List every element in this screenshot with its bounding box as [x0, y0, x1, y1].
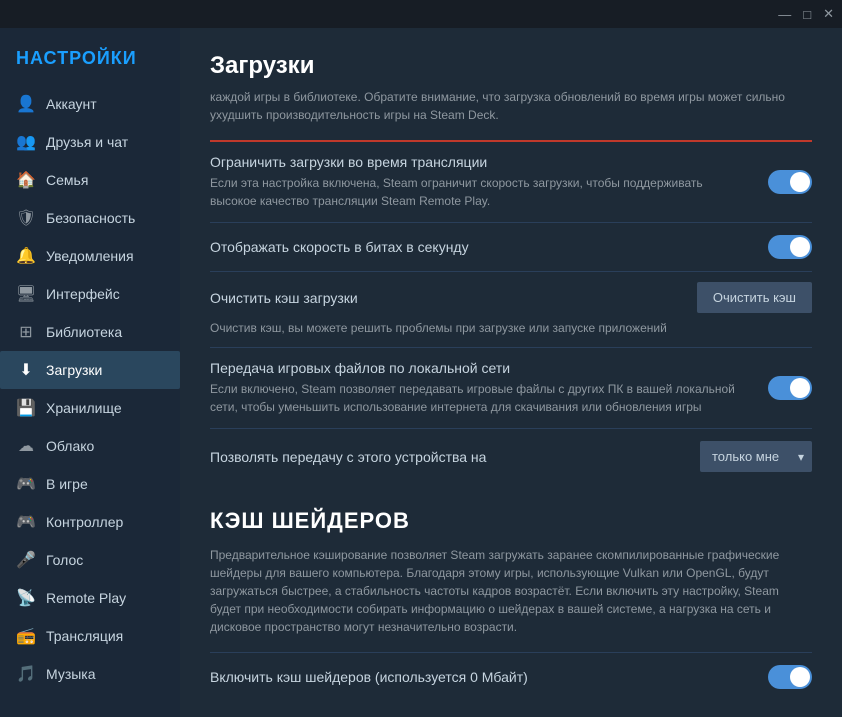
- remoteplay-icon: 📡: [16, 588, 36, 608]
- limit-stream-label: Ограничить загрузки во время трансляции: [210, 154, 752, 170]
- sidebar-item-account[interactable]: 👤 Аккаунт: [0, 85, 180, 123]
- sidebar-label-friends: Друзья и чат: [46, 134, 128, 150]
- sidebar-label-ingame: В игре: [46, 476, 88, 492]
- clear-cache-button[interactable]: Очистить кэш: [697, 282, 812, 313]
- sidebar-label-controller: Контроллер: [46, 514, 123, 530]
- sidebar-label-voice: Голос: [46, 552, 83, 568]
- notifications-icon: 🔔: [16, 246, 36, 266]
- clear-cache-sub: Очистив кэш, вы можете решить проблемы п…: [210, 319, 812, 337]
- sidebar-item-security[interactable]: 🛡 Безопасность: [0, 199, 180, 237]
- sidebar-item-cloud[interactable]: ☁ Облако: [0, 427, 180, 465]
- sidebar-label-downloads: Загрузки: [46, 362, 102, 378]
- sidebar-item-controller[interactable]: 🎮 Контроллер: [0, 503, 180, 541]
- account-icon: 👤: [16, 94, 36, 114]
- downloads-icon: ⬇: [16, 360, 36, 380]
- local-transfer-sub: Если включено, Steam позволяет передават…: [210, 380, 752, 416]
- sidebar-item-remoteplay[interactable]: 📡 Remote Play: [0, 579, 180, 617]
- setting-shader-enable: Включить кэш шейдеров (используется 0 Мб…: [210, 652, 812, 701]
- sidebar-item-storage[interactable]: 💾 Хранилище: [0, 389, 180, 427]
- limit-stream-sub: Если эта настройка включена, Steam огран…: [210, 174, 752, 210]
- speed-bits-toggle[interactable]: [768, 235, 812, 259]
- shader-enable-toggle[interactable]: [768, 665, 812, 689]
- shader-cache-heading: КЭШ ШЕЙДЕРОВ: [210, 508, 812, 534]
- sidebar-label-family: Семья: [46, 172, 88, 188]
- sidebar-label-account: Аккаунт: [46, 96, 97, 112]
- sidebar: НАСТРОЙКИ 👤 Аккаунт 👥 Друзья и чат 🏠 Семья 🛡 Бе…: [0, 28, 180, 717]
- local-transfer-toggle[interactable]: [768, 376, 812, 400]
- shader-cache-desc: Предварительное кэширование позволяет St…: [210, 546, 812, 636]
- content-area: Загрузки каждой игры в библиотеке. Обрат…: [180, 28, 842, 717]
- controller-icon: 🎮: [16, 512, 36, 532]
- clear-cache-row: Очистить кэш загрузки Очистить кэш: [210, 282, 812, 313]
- clear-cache-block: Очистить кэш загрузки Очистить кэш Очист…: [210, 271, 812, 347]
- sidebar-item-broadcast[interactable]: 📻 Трансляция: [0, 617, 180, 655]
- allow-transfer-dropdown-wrapper: только мневсемникому: [700, 441, 812, 472]
- sidebar-title: НАСТРОЙКИ: [0, 40, 180, 85]
- shader-enable-label: Включить кэш шейдеров (используется 0 Мб…: [210, 669, 752, 685]
- sidebar-label-storage: Хранилище: [46, 400, 122, 416]
- friends-icon: 👥: [16, 132, 36, 152]
- cloud-icon: ☁: [16, 436, 36, 456]
- sidebar-item-downloads[interactable]: ⬇ Загрузки: [0, 351, 180, 389]
- limit-stream-toggle[interactable]: [768, 170, 812, 194]
- security-icon: 🛡: [16, 208, 36, 228]
- allow-transfer-dropdown[interactable]: только мневсемникому: [700, 441, 812, 472]
- sidebar-label-notifications: Уведомления: [46, 248, 134, 264]
- interface-icon: 🖥: [16, 284, 36, 304]
- sidebar-item-friends[interactable]: 👥 Друзья и чат: [0, 123, 180, 161]
- titlebar: — □ ✕: [0, 0, 842, 28]
- sidebar-label-cloud: Облако: [46, 438, 94, 454]
- sidebar-item-voice[interactable]: 🎤 Голос: [0, 541, 180, 579]
- sidebar-item-family[interactable]: 🏠 Семья: [0, 161, 180, 199]
- setting-limit-stream: Ограничить загрузки во время трансляции …: [210, 140, 812, 222]
- local-transfer-label: Передача игровых файлов по локальной сет…: [210, 360, 752, 376]
- main-container: НАСТРОЙКИ 👤 Аккаунт 👥 Друзья и чат 🏠 Семья 🛡 Бе…: [0, 28, 842, 717]
- intro-desc: каждой игры в библиотеке. Обратите внима…: [210, 88, 812, 124]
- music-icon: 🎵: [16, 664, 36, 684]
- library-icon: ⊞: [16, 322, 36, 342]
- broadcast-icon: 📻: [16, 626, 36, 646]
- close-button[interactable]: ✕: [823, 6, 834, 22]
- storage-icon: 💾: [16, 398, 36, 418]
- setting-local-transfer: Передача игровых файлов по локальной сет…: [210, 347, 812, 428]
- sidebar-item-ingame[interactable]: 🎮 В игре: [0, 465, 180, 503]
- sidebar-label-library: Библиотека: [46, 324, 122, 340]
- sidebar-label-security: Безопасность: [46, 210, 135, 226]
- sidebar-item-library[interactable]: ⊞ Библиотека: [0, 313, 180, 351]
- sidebar-label-music: Музыка: [46, 666, 96, 682]
- sidebar-item-interface[interactable]: 🖥 Интерфейс: [0, 275, 180, 313]
- allow-transfer-label: Позволять передачу с этого устройства на: [210, 449, 700, 465]
- setting-speed-bits: Отображать скорость в битах в секунду: [210, 222, 812, 271]
- family-icon: 🏠: [16, 170, 36, 190]
- sidebar-label-remoteplay: Remote Play: [46, 590, 126, 606]
- sidebar-label-broadcast: Трансляция: [46, 628, 123, 644]
- clear-cache-label: Очистить кэш загрузки: [210, 290, 697, 306]
- setting-allow-transfer: Позволять передачу с этого устройства на…: [210, 428, 812, 484]
- sidebar-item-music[interactable]: 🎵 Музыка: [0, 655, 180, 693]
- page-title: Загрузки: [210, 52, 812, 80]
- voice-icon: 🎤: [16, 550, 36, 570]
- ingame-icon: 🎮: [16, 474, 36, 494]
- minimize-button[interactable]: —: [778, 7, 791, 22]
- speed-bits-label: Отображать скорость в битах в секунду: [210, 239, 752, 255]
- maximize-button[interactable]: □: [803, 7, 811, 22]
- sidebar-label-interface: Интерфейс: [46, 286, 120, 302]
- sidebar-item-notifications[interactable]: 🔔 Уведомления: [0, 237, 180, 275]
